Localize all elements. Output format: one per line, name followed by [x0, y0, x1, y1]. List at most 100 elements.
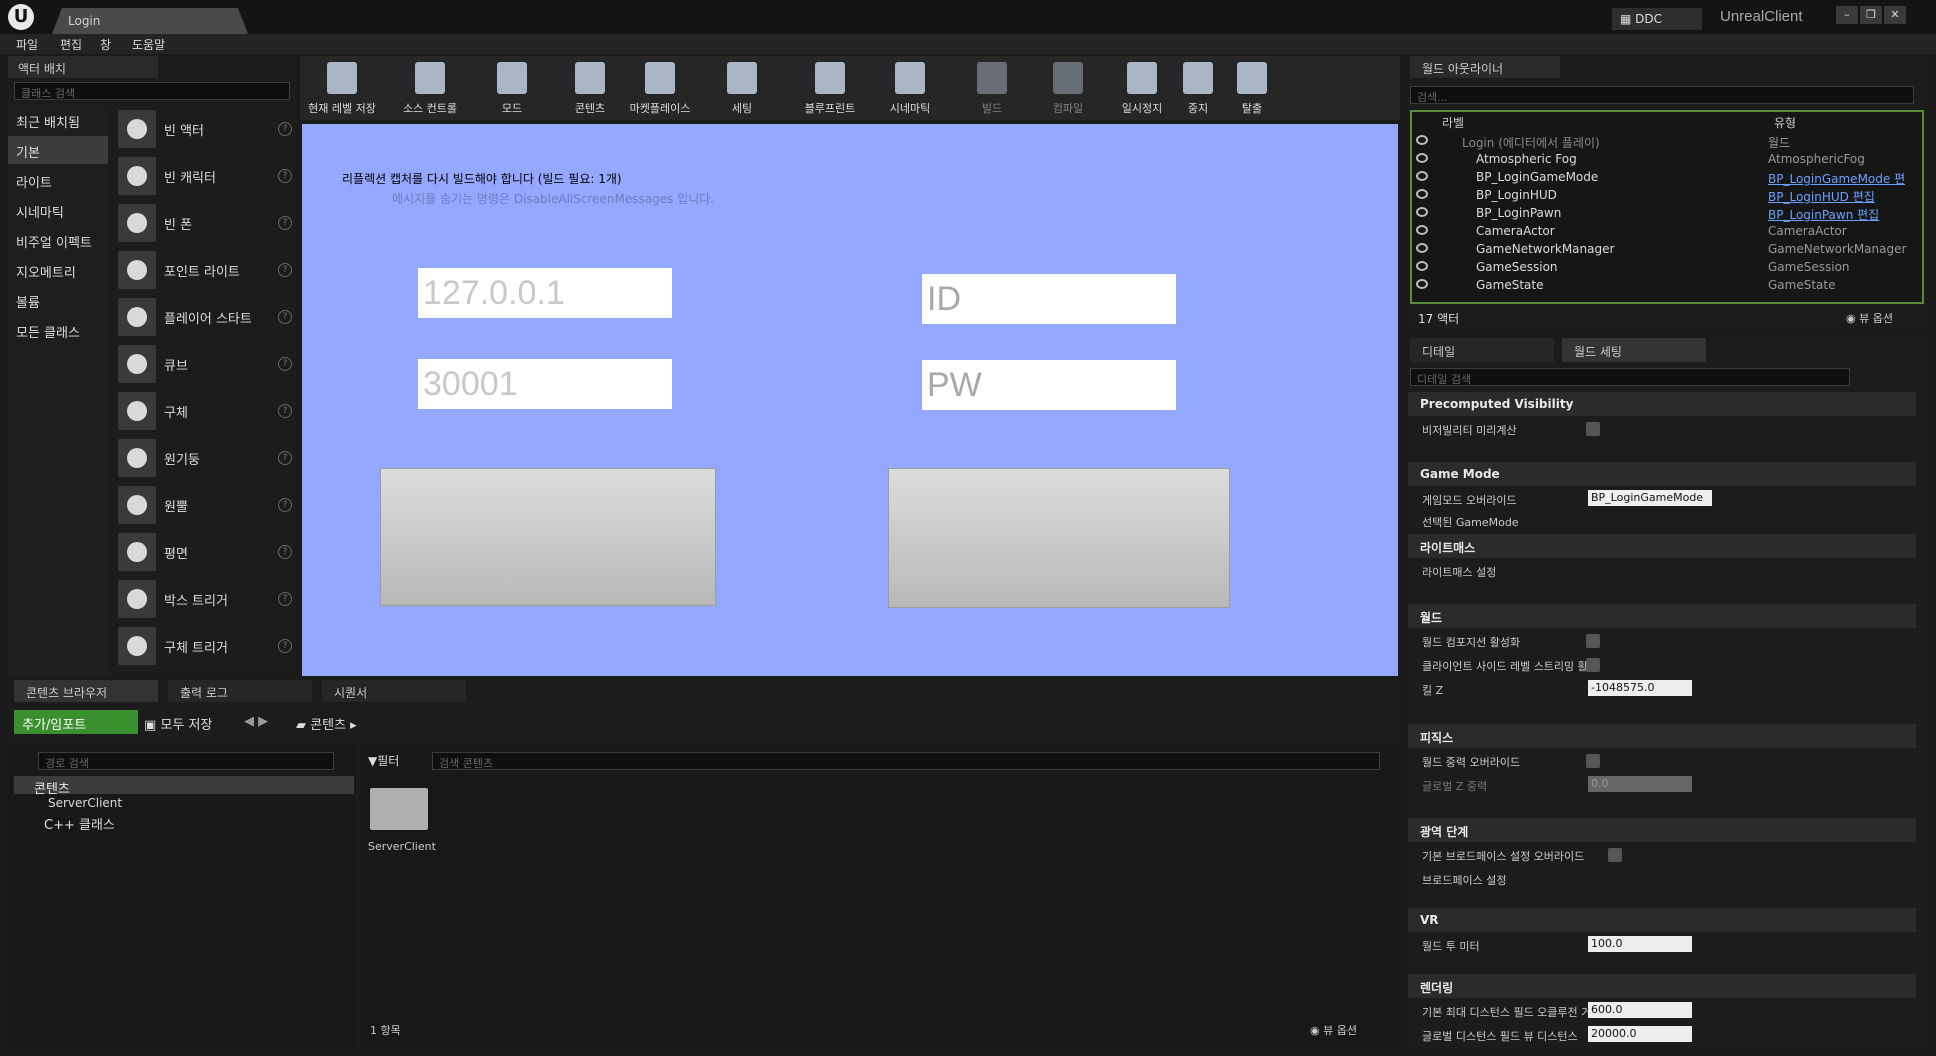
help-icon[interactable]: ?	[278, 639, 292, 653]
eye-icon[interactable]	[1416, 243, 1428, 253]
port-input[interactable]: 30001	[418, 359, 672, 409]
cinematics-button[interactable]: 시네마틱	[872, 56, 948, 120]
source-control-button[interactable]: 소스 컨트롤	[384, 56, 476, 120]
game-viewport[interactable]: 리플렉션 캡처를 다시 빌드해야 합니다 (빌드 필요: 1개) 메시지를 숨기…	[302, 124, 1398, 676]
save-level-button[interactable]: 현재 레벨 저장	[300, 56, 384, 120]
category-lights[interactable]: 라이트	[8, 166, 108, 194]
eject-button[interactable]: 탈출	[1220, 56, 1284, 120]
ddc-button[interactable]: ▦ DDC	[1612, 8, 1702, 30]
folder-icon[interactable]	[370, 788, 428, 830]
actor-item[interactable]: 박스 트리거?	[114, 576, 296, 622]
eye-icon[interactable]	[1416, 279, 1428, 289]
section-game-mode[interactable]: Game Mode	[1408, 462, 1916, 486]
path-breadcrumb[interactable]: ▰ 콘텐츠 ▸	[296, 714, 357, 733]
eye-icon[interactable]	[1416, 261, 1428, 271]
level-tab[interactable]: Login	[52, 8, 248, 34]
help-icon[interactable]: ?	[278, 169, 292, 183]
outliner-row[interactable]: GameNetworkManager GameNetworkManager	[1412, 240, 1922, 258]
help-icon[interactable]: ?	[278, 592, 292, 606]
global-distance-field-input[interactable]: 20000.0	[1588, 1026, 1692, 1042]
id-input[interactable]: ID	[922, 274, 1176, 324]
blueprints-button[interactable]: 블루프린트	[790, 56, 870, 120]
eye-icon[interactable]	[1416, 153, 1428, 163]
section-lightmass[interactable]: 라이트매스	[1408, 534, 1916, 558]
section-rendering[interactable]: 렌더링	[1408, 974, 1916, 998]
checkbox[interactable]	[1608, 848, 1622, 862]
actor-item[interactable]: 구체?	[114, 388, 296, 434]
outliner-row[interactable]: Atmospheric Fog AtmosphericFog	[1412, 150, 1922, 168]
actor-item[interactable]: 평면?	[114, 529, 296, 575]
pw-input[interactable]: PW	[922, 360, 1176, 410]
actor-item[interactable]: 빈 캐릭터?	[114, 153, 296, 199]
help-icon[interactable]: ?	[278, 498, 292, 512]
category-recent[interactable]: 최근 배치됨	[8, 106, 108, 134]
minimize-button[interactable]: –	[1836, 6, 1858, 24]
tab-world-settings[interactable]: 월드 세팅	[1562, 338, 1706, 362]
world-outliner-tab[interactable]: 월드 아웃라이너	[1410, 56, 1560, 78]
eye-icon[interactable]	[1416, 225, 1428, 235]
outliner-row[interactable]: GameState GameState	[1412, 276, 1922, 294]
actor-item[interactable]: 원기둥?	[114, 435, 296, 481]
help-icon[interactable]: ?	[278, 263, 292, 277]
global-gravity-input[interactable]: 0.0	[1588, 776, 1692, 792]
help-icon[interactable]: ?	[278, 404, 292, 418]
category-basic[interactable]: 기본	[8, 136, 108, 164]
outliner-row[interactable]: BP_LoginGameMode BP_LoginGameMode 편	[1412, 168, 1922, 186]
close-button[interactable]: ✕	[1884, 6, 1906, 24]
ip-input[interactable]: 127.0.0.1	[418, 268, 672, 318]
help-icon[interactable]: ?	[278, 357, 292, 371]
category-volumes[interactable]: 볼륨	[8, 286, 108, 314]
outliner-row[interactable]: CameraActor CameraActor	[1412, 222, 1922, 240]
filter-button[interactable]: ▼필터	[368, 752, 399, 769]
help-icon[interactable]: ?	[278, 216, 292, 230]
settings-button[interactable]: 세팅	[710, 56, 774, 120]
pause-button[interactable]: 일시정지	[1110, 56, 1174, 120]
marketplace-button[interactable]: 마켓플레이스	[622, 56, 698, 120]
kill-z-input[interactable]: -1048575.0	[1588, 680, 1692, 696]
help-icon[interactable]: ?	[278, 451, 292, 465]
outliner-row[interactable]: BP_LoginHUD BP_LoginHUD 편집	[1412, 186, 1922, 204]
prop-selected-gamemode[interactable]: 선택된 GameMode	[1408, 510, 1916, 532]
gamemode-dropdown[interactable]: BP_LoginGameMode	[1588, 490, 1712, 506]
checkbox[interactable]	[1586, 754, 1600, 768]
category-cinematic[interactable]: 시네마틱	[8, 196, 108, 224]
menu-window[interactable]: 창	[100, 36, 111, 53]
checkbox[interactable]	[1586, 658, 1600, 672]
section-precomputed-visibility[interactable]: Precomputed Visibility	[1408, 392, 1916, 416]
tab-output-log[interactable]: 출력 로그	[168, 680, 312, 702]
maximize-button[interactable]: ❐	[1860, 6, 1882, 24]
actor-item[interactable]: 플레이어 스타트?	[114, 294, 296, 340]
outliner-search-input[interactable]: 검색...	[1410, 86, 1914, 104]
tab-details[interactable]: 디테일	[1410, 338, 1554, 362]
prop-lightmass-settings[interactable]: 라이트매스 설정	[1408, 560, 1916, 582]
actor-item[interactable]: 원뿔?	[114, 482, 296, 528]
col-type[interactable]: 유형	[1774, 114, 1796, 131]
tab-content-browser[interactable]: 콘텐츠 브라우저	[14, 680, 158, 702]
connect-button[interactable]	[380, 468, 716, 606]
help-icon[interactable]: ?	[278, 545, 292, 559]
tree-item-serverclient[interactable]: ServerClient	[48, 796, 122, 810]
max-distance-field-input[interactable]: 600.0	[1588, 1002, 1692, 1018]
eye-icon[interactable]	[1416, 189, 1428, 199]
eye-icon[interactable]	[1416, 171, 1428, 181]
cb-view-options[interactable]: ◉ 뷰 옵션	[1310, 1022, 1357, 1038]
save-all-button[interactable]: ▣ 모두 저장	[144, 714, 212, 733]
outliner-row[interactable]: Login (에디터에서 플레이) 월드	[1412, 132, 1922, 150]
category-visual-effects[interactable]: 비주얼 이펙트	[8, 226, 108, 254]
help-icon[interactable]: ?	[278, 122, 292, 136]
actor-item[interactable]: 구체 트리거?	[114, 623, 296, 669]
tree-item-cpp-classes[interactable]: C++ 클래스	[44, 814, 115, 833]
actor-item[interactable]: 빈 액터?	[114, 106, 296, 152]
menu-file[interactable]: 파일	[16, 36, 38, 53]
actor-item[interactable]: 빈 폰?	[114, 200, 296, 246]
checkbox[interactable]	[1586, 422, 1600, 436]
outliner-row[interactable]: BP_LoginPawn BP_LoginPawn 편집	[1412, 204, 1922, 222]
add-import-button[interactable]: 추가/임포트	[14, 710, 138, 734]
content-button[interactable]: 콘텐츠	[558, 56, 622, 120]
tree-item-content[interactable]: 콘텐츠	[14, 776, 354, 797]
history-arrows-icon[interactable]: ◀ ▶	[244, 714, 268, 729]
section-vr[interactable]: VR	[1408, 908, 1916, 932]
outliner-view-options[interactable]: ◉ 뷰 옵션	[1846, 310, 1893, 326]
section-world[interactable]: 월드	[1408, 604, 1916, 628]
checkbox[interactable]	[1586, 634, 1600, 648]
